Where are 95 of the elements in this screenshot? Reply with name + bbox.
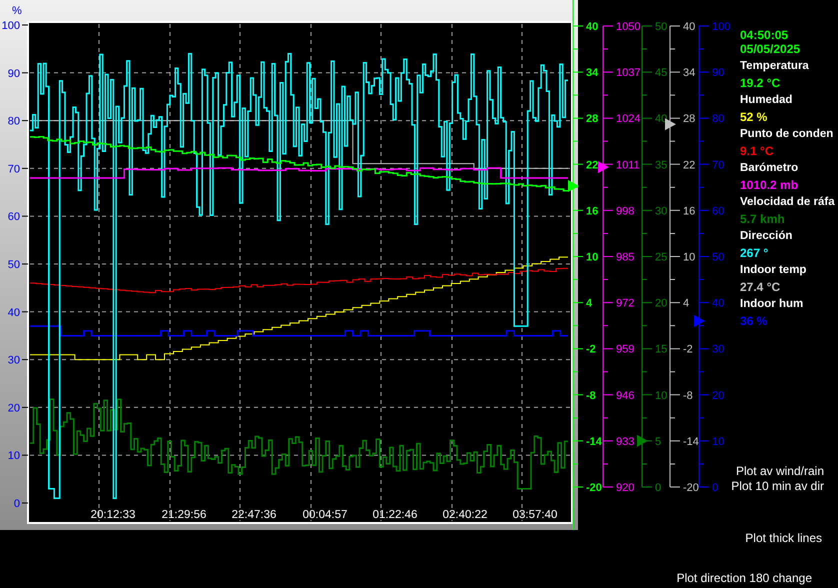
reading-label: Indoor temp — [740, 263, 806, 278]
axis-tick-label: 40 — [586, 21, 598, 33]
axis-tick-label: 5 — [655, 436, 662, 448]
axis-tick-label: 22 — [683, 159, 696, 172]
axis-tick-label: -14 — [586, 436, 602, 448]
axis-tick-label: 90 — [8, 68, 20, 80]
axis-tick-label: 15 — [655, 344, 668, 356]
axis-tick-label: -2 — [586, 344, 596, 356]
axis-tick-label: 10 — [655, 390, 668, 402]
time-label: 03:57:40 — [512, 509, 558, 521]
axis-tick-label: -14 — [683, 436, 699, 448]
plot-option[interactable]: Plot direction 180 change — [676, 571, 812, 586]
axis-tick-label: 0 — [655, 482, 662, 494]
reading-label: Barómetro — [740, 161, 798, 176]
axis-tick-label: 40 — [683, 21, 696, 33]
axis-tick-label: 40 — [8, 306, 20, 319]
axis-tick-label: 100 — [2, 20, 20, 32]
reading-label: Punto de conden — [740, 127, 834, 142]
reading-value: 267 ° — [740, 245, 768, 262]
date-reading: 05/05/2025 — [740, 42, 800, 56]
axis-tick-label: 90 — [712, 67, 724, 80]
axis-tick-label: 1050 — [616, 21, 640, 33]
plot-option[interactable]: Plot 10 min av dir — [731, 479, 824, 494]
axis-tick-label: 25 — [655, 252, 668, 264]
reading-value: 52 % — [740, 109, 768, 126]
axis-tick-label: 10 — [586, 252, 598, 264]
reading-value: 27.4 °C — [740, 279, 780, 296]
time-label: 21:29:56 — [162, 509, 206, 521]
reading-label: Dirección — [740, 229, 792, 244]
reading-value: 9.1 °C — [740, 143, 774, 160]
axis-tick-label: -8 — [586, 390, 596, 402]
reading-label: Velocidad de ráfa — [740, 195, 835, 210]
axis-tick-label: 80 — [8, 116, 20, 128]
time-reading: 04:50:05 — [740, 28, 788, 42]
axis-tick-label: 30 — [8, 354, 20, 367]
reading-label: Humedad — [740, 93, 792, 108]
axis-tick-label: 16 — [683, 205, 696, 218]
reading-label: Indoor hum — [740, 297, 804, 312]
axis-tick-label: -8 — [683, 390, 693, 402]
axis-tick-label: 40 — [712, 298, 724, 310]
axis-tick-label: 70 — [712, 159, 724, 172]
axis-tick-label: 30 — [655, 205, 668, 218]
axis-tick-label: 959 — [616, 344, 634, 356]
axis-tick-label: 50 — [712, 252, 724, 264]
axis-tick-label: 10 — [712, 436, 724, 448]
axis-tick-label: 972 — [616, 298, 634, 310]
axis-tick-label: 920 — [616, 482, 634, 494]
axis-tick-label: 45 — [655, 67, 668, 80]
plot-option[interactable]: Plot thick lines — [745, 531, 822, 546]
plot-option[interactable]: Plot av wind/rain — [736, 464, 824, 479]
axis-tick-label: 0 — [14, 498, 20, 510]
axis-tick-label: -2 — [683, 344, 693, 356]
axis-tick-label: 100 — [712, 21, 730, 33]
axis-tick-label: 10 — [8, 450, 20, 462]
axis-tick-label: 933 — [616, 436, 634, 448]
axis-tick-label: 22 — [586, 159, 598, 172]
axis-tick-label: 16 — [586, 205, 598, 218]
axis-tick-label: -20 — [683, 482, 699, 494]
axis-tick-label: 20 — [712, 390, 724, 402]
time-label: 20:12:33 — [90, 509, 136, 521]
axis-tick-label: 50 — [8, 259, 20, 271]
axis-tick-label: 998 — [616, 205, 634, 218]
axis-tick-label: 1024 — [616, 113, 640, 126]
axis-tick-label: 70 — [8, 163, 20, 176]
time-label: 00:04:57 — [302, 509, 348, 521]
axis-tick-label: 0 — [712, 482, 718, 494]
reading-label: Temperatura — [740, 59, 809, 74]
axis-tick-label: 20 — [655, 298, 668, 310]
axis-tick-label: 4 — [586, 298, 592, 310]
axis-tick-label: 35 — [655, 159, 668, 172]
axis-tick-label: 80 — [712, 113, 724, 126]
reading-value: 5.7 kmh — [740, 211, 785, 228]
axis-tick-label: 50 — [655, 21, 668, 33]
reading-value: 19.2 °C — [740, 75, 780, 92]
axis-tick-label: -20 — [586, 482, 602, 494]
axis-tick-label: 28 — [586, 113, 598, 126]
axis-tick-label: 985 — [616, 252, 634, 264]
axis-tick-label: 4 — [683, 298, 690, 310]
reading-value: 1010.2 mb — [740, 177, 798, 194]
axis-tick-label: 60 — [8, 211, 20, 224]
axis-tick-label: 28 — [683, 113, 696, 126]
axis-tick-label: 20 — [8, 402, 20, 414]
axis-tick-label: 60 — [712, 205, 724, 218]
axis-tick-label: 946 — [616, 390, 634, 402]
axis-tick-label: 34 — [586, 67, 598, 80]
axis-tick-label: 10 — [683, 252, 696, 264]
time-label: 02:40:22 — [442, 509, 488, 521]
axis-unit: % — [12, 5, 22, 17]
axis-tick-label: 34 — [683, 67, 696, 80]
axis-tick-label: 30 — [712, 344, 724, 356]
axis-tick-label: 1011 — [616, 159, 640, 172]
reading-value: 36 % — [740, 313, 768, 330]
time-label: 22:47:36 — [232, 509, 276, 521]
axis-tick-label: 1037 — [616, 67, 640, 80]
time-label: 01:22:46 — [372, 509, 418, 521]
